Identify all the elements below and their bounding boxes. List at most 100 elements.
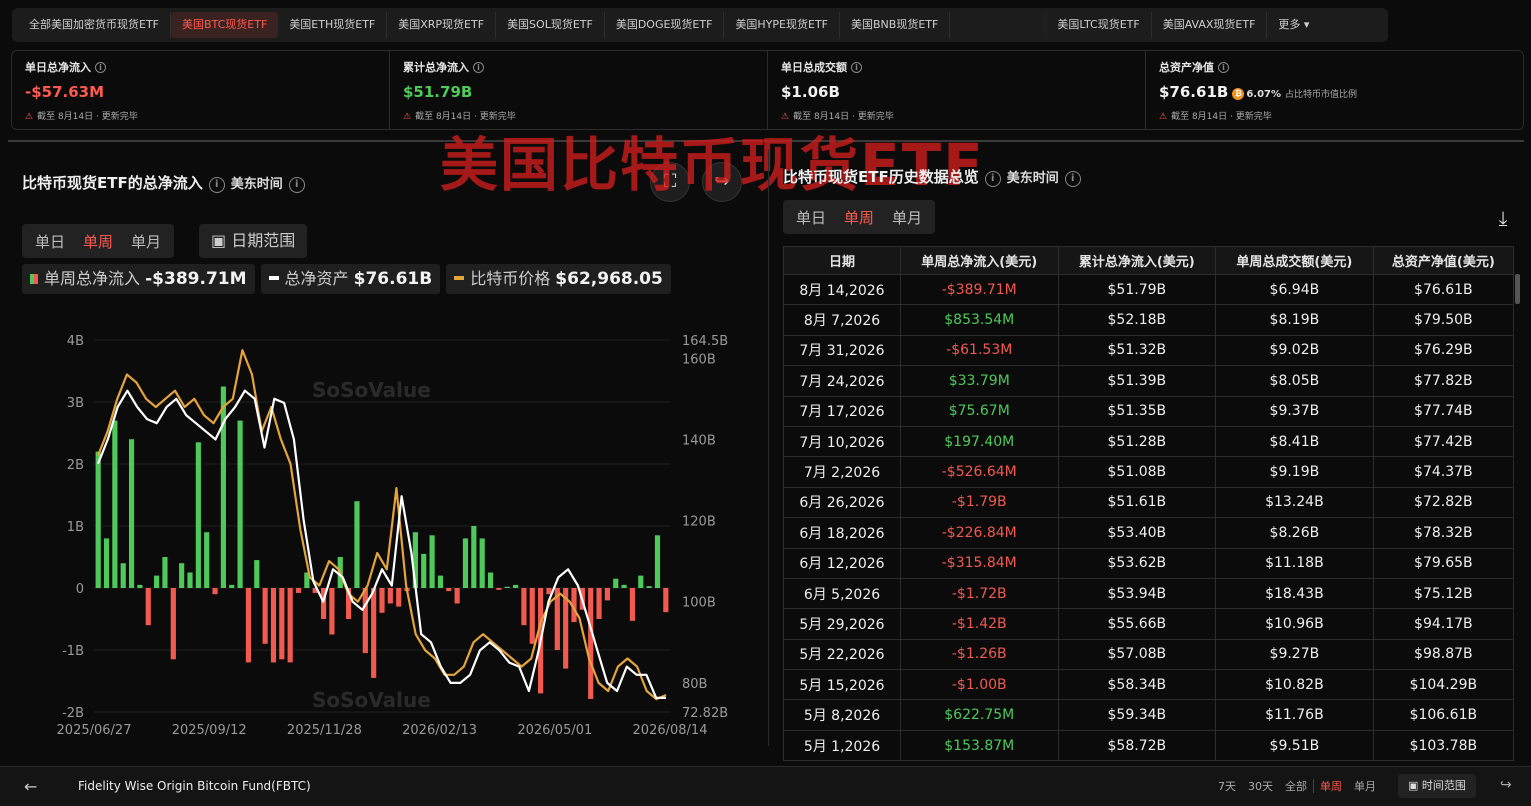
table-column-header[interactable]: 总资产净值(美元) <box>1372 246 1515 275</box>
period-week[interactable]: 单周 <box>835 207 883 228</box>
stat-label: 累计总净流入 <box>403 61 469 74</box>
table-row[interactable]: 7月 2,2026 -$526.64M $51.08B $9.19B $74.37B <box>783 456 1515 488</box>
table-column-header[interactable]: 日期 <box>783 246 901 275</box>
table-row[interactable]: 6月 18,2026 -$226.84M $53.40B $8.26B $78.32B <box>783 517 1515 549</box>
inflow-bar <box>504 586 510 588</box>
fund-bar: ← Fidelity Wise Origin Bitcoin Fund(FBTC… <box>0 766 1531 806</box>
inflow-bar <box>371 588 377 678</box>
legend-btc-price[interactable]: 比特币价格 $62,968.05 <box>446 264 671 294</box>
stat-label: 总资产净值 <box>1159 61 1214 74</box>
fund-period-option[interactable]: 全部 <box>1279 776 1313 796</box>
history-title: 比特币现货ETF历史数据总览 i 美东时间 i <box>783 166 1081 187</box>
period-day[interactable]: 单日 <box>26 231 74 252</box>
table-row[interactable]: 5月 1,2026 $153.87M $58.72B $9.51B $103.78B <box>783 729 1515 762</box>
period-week[interactable]: 单周 <box>74 231 122 252</box>
table-cell: $104.29B <box>1372 669 1515 701</box>
table-cell: 8月 7,2026 <box>783 304 901 336</box>
date-range-label: 日期范围 <box>231 231 296 250</box>
table-column-header[interactable]: 累计总净流入(美元) <box>1057 246 1217 275</box>
back-arrow-icon[interactable]: ← <box>24 777 37 796</box>
table-cell: 5月 1,2026 <box>783 729 901 762</box>
table-row[interactable]: 5月 15,2026 -$1.00B $58.34B $10.82B $104.29B <box>783 669 1515 701</box>
table-row[interactable]: 7月 24,2026 $33.79M $51.39B $8.05B $77.82B <box>783 365 1515 397</box>
etf-tab[interactable]: 美国BNB现货ETF <box>840 12 951 38</box>
table-column-header[interactable]: 单周总净流入(美元) <box>899 246 1059 275</box>
period-month[interactable]: 单月 <box>122 231 170 252</box>
legend-label: 比特币价格 <box>470 269 551 288</box>
etf-tab[interactable]: 美国HYPE现货ETF <box>724 12 841 38</box>
legend-value: -$389.71M <box>145 269 247 289</box>
table-row[interactable]: 6月 5,2026 -$1.72B $53.94B $18.43B $75.12B <box>783 577 1515 610</box>
info-icon[interactable]: i <box>1218 62 1229 73</box>
etf-tab[interactable]: 美国AVAX现货ETF <box>1152 12 1268 38</box>
legend-net-assets[interactable]: 总净资产 $76.61B <box>260 264 441 294</box>
table-cell: $74.37B <box>1372 456 1515 488</box>
info-icon[interactable]: i <box>288 177 305 193</box>
table-row[interactable]: 6月 26,2026 -$1.79B $51.61B $13.24B $72.82B <box>783 486 1515 519</box>
inflow-bar <box>521 588 527 626</box>
table-cell: $622.75M <box>899 699 1059 731</box>
table-row[interactable]: 8月 7,2026 $853.54M $52.18B $8.19B $79.50B <box>783 304 1515 336</box>
table-row[interactable]: 6月 12,2026 -$315.84M $53.62B $11.18B $79.65B <box>783 547 1515 579</box>
table-cell: $78.32B <box>1372 517 1515 549</box>
info-icon[interactable]: i <box>984 171 1001 187</box>
calendar-icon: ▣ <box>211 231 232 250</box>
table-row[interactable]: 5月 8,2026 $622.75M $59.34B $11.76B $106.61B <box>783 699 1515 731</box>
calendar-icon: ▣ <box>1408 779 1422 792</box>
etf-tab[interactable]: 全部美国加密货币现货ETF <box>18 12 171 38</box>
etf-tab[interactable]: 美国XRP现货ETF <box>387 12 497 38</box>
table-cell: -$226.84M <box>899 517 1059 549</box>
y-right-tick-label: 164.5B <box>682 334 728 349</box>
table-cell: $106.61B <box>1372 699 1515 731</box>
etf-tab[interactable]: 美国BTC现货ETF <box>171 12 279 38</box>
table-cell: 6月 12,2026 <box>783 547 901 579</box>
fund-period-selector: 7天 30天 全部 单周 单月 <box>1212 776 1382 796</box>
table-cell: $33.79M <box>899 365 1059 397</box>
table-cell: $8.19B <box>1215 304 1374 336</box>
etf-tab[interactable]: 美国SOL现货ETF <box>496 12 605 38</box>
info-icon[interactable]: i <box>1064 171 1081 187</box>
inflow-bar <box>446 588 452 592</box>
table-cell: 5月 15,2026 <box>783 669 901 701</box>
fund-period-option[interactable]: 30天 <box>1242 776 1279 796</box>
etf-tab[interactable]: 美国LTC现货ETF <box>1046 12 1152 38</box>
info-icon[interactable]: i <box>95 62 106 73</box>
tabs-more-button[interactable]: 更多 ▾ <box>1267 12 1320 38</box>
table-row[interactable]: 5月 22,2026 -$1.26B $57.08B $9.27B $98.87B <box>783 638 1515 671</box>
table-row[interactable]: 7月 31,2026 -$61.53M $51.32B $9.02B $76.29B <box>783 334 1515 367</box>
period-day[interactable]: 单日 <box>787 207 835 228</box>
inflow-bar <box>254 560 260 588</box>
inflow-bar <box>262 588 268 644</box>
date-range-button[interactable]: ▣ 日期范围 <box>199 224 308 258</box>
info-icon[interactable]: i <box>473 62 484 73</box>
period-month[interactable]: 单月 <box>883 207 931 228</box>
fund-period-option[interactable]: 单周 <box>1314 776 1348 796</box>
table-cell: $94.17B <box>1372 608 1515 640</box>
table-cell: -$1.00B <box>899 669 1059 701</box>
table-row[interactable]: 8月 14,2026 -$389.71M $51.79B $6.94B $76.61B <box>783 273 1515 306</box>
inflow-bar <box>487 572 494 588</box>
legend-weekly-inflow[interactable]: 单周总净流入 -$389.71M <box>22 264 255 294</box>
share-icon[interactable]: ↪ <box>1500 777 1512 793</box>
table-cell: $75.12B <box>1372 577 1515 610</box>
inflow-bar <box>204 532 210 588</box>
etf-tab[interactable]: 美国DOGE现货ETF <box>605 12 725 38</box>
table-cell: 6月 18,2026 <box>783 517 901 549</box>
inflow-bar <box>179 563 185 588</box>
table-row[interactable]: 7月 10,2026 $197.40M $51.28B $8.41B $77.42B <box>783 425 1515 458</box>
etf-tab[interactable] <box>950 12 1047 38</box>
info-icon[interactable]: i <box>208 177 225 193</box>
table-scrollbar[interactable] <box>1515 274 1520 304</box>
table-column-header[interactable]: 单周总成交额(美元) <box>1215 246 1374 275</box>
fund-period-option[interactable]: 单月 <box>1348 776 1382 796</box>
table-cell: $77.42B <box>1372 425 1515 458</box>
table-row[interactable]: 7月 17,2026 $75.67M $51.35B $9.37B $77.74B <box>783 395 1515 427</box>
download-icon[interactable]: ⤓ <box>1490 206 1516 232</box>
table-row[interactable]: 5月 29,2026 -$1.42B $55.66B $10.96B $94.17B <box>783 608 1515 640</box>
info-icon[interactable]: i <box>851 62 862 73</box>
stat-pct-label: 占比特币市值比例 <box>1285 90 1358 100</box>
inflow-bar <box>128 439 135 588</box>
etf-tab[interactable]: 美国ETH现货ETF <box>278 12 388 38</box>
fund-period-option[interactable]: 7天 <box>1212 776 1242 796</box>
fund-date-range-button[interactable]: ▣ 时间范围 <box>1398 774 1476 798</box>
